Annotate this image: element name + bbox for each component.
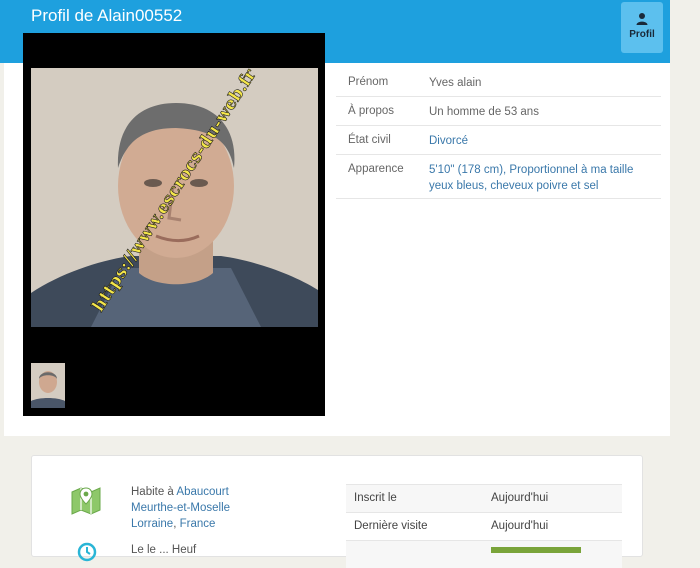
stat-value: Aujourd'hui [491, 492, 549, 504]
thumbnail-portrait [31, 363, 65, 408]
info-value-link[interactable]: 5'10" (178 cm), Proportionnel à ma taill… [429, 163, 654, 194]
country-link[interactable]: France [180, 518, 216, 530]
location-text: Habite à Abaucourt Meurthe-et-Moselle Lo… [131, 484, 230, 532]
location-prefix: Habite à [131, 486, 177, 498]
info-key: Prénom [348, 76, 389, 88]
info-row-etat-civil: État civil Divorcé [336, 126, 661, 155]
info-key: Apparence [348, 163, 404, 175]
info-row-prenom: Prénom Yves alain [336, 68, 661, 97]
stat-row-derniere-visite: Dernière visite Aujourd'hui [346, 512, 622, 540]
region-link[interactable]: Lorraine [131, 518, 173, 530]
photo-gallery: https://www.escrocs-du-web.fr [23, 33, 325, 416]
stat-key: Dernière visite [354, 520, 428, 532]
stat-row-inscrit: Inscrit le Aujourd'hui [346, 484, 622, 512]
map-icon [71, 487, 101, 515]
location-card: Habite à Abaucourt Meurthe-et-Moselle Lo… [31, 455, 643, 568]
stat-key: Inscrit le [354, 492, 397, 504]
photo-thumbnail[interactable] [31, 363, 65, 408]
clock-icon [77, 542, 97, 562]
stat-row-partial [346, 540, 622, 568]
profile-info-table: Prénom Yves alain À propos Un homme de 5… [336, 68, 661, 199]
info-row-apparence: Apparence 5'10" (178 cm), Proportionnel … [336, 155, 661, 199]
info-value-link[interactable]: Divorcé [429, 134, 654, 150]
profile-photo[interactable] [31, 68, 318, 327]
info-key: À propos [348, 105, 395, 117]
profile-portrait [31, 68, 318, 327]
info-key: État civil [348, 134, 391, 146]
department-link[interactable]: Meurthe-et-Moselle [131, 502, 230, 514]
info-row-apropos: À propos Un homme de 53 ans [336, 97, 661, 126]
info-value: Yves alain [429, 77, 482, 89]
city-link[interactable]: Abaucourt [176, 486, 228, 498]
info-value: Un homme de 53 ans [429, 106, 539, 118]
activity-table: Inscrit le Aujourd'hui Dernière visite A… [346, 484, 622, 568]
page-title: Profil de Alain00552 [31, 6, 183, 25]
stat-value: Aujourd'hui [491, 520, 549, 532]
tab-profil[interactable]: Profil [621, 2, 663, 53]
user-icon [636, 13, 648, 25]
tab-profil-label: Profil [629, 29, 655, 40]
partial-text: Le le ... Heuf [131, 544, 197, 556]
